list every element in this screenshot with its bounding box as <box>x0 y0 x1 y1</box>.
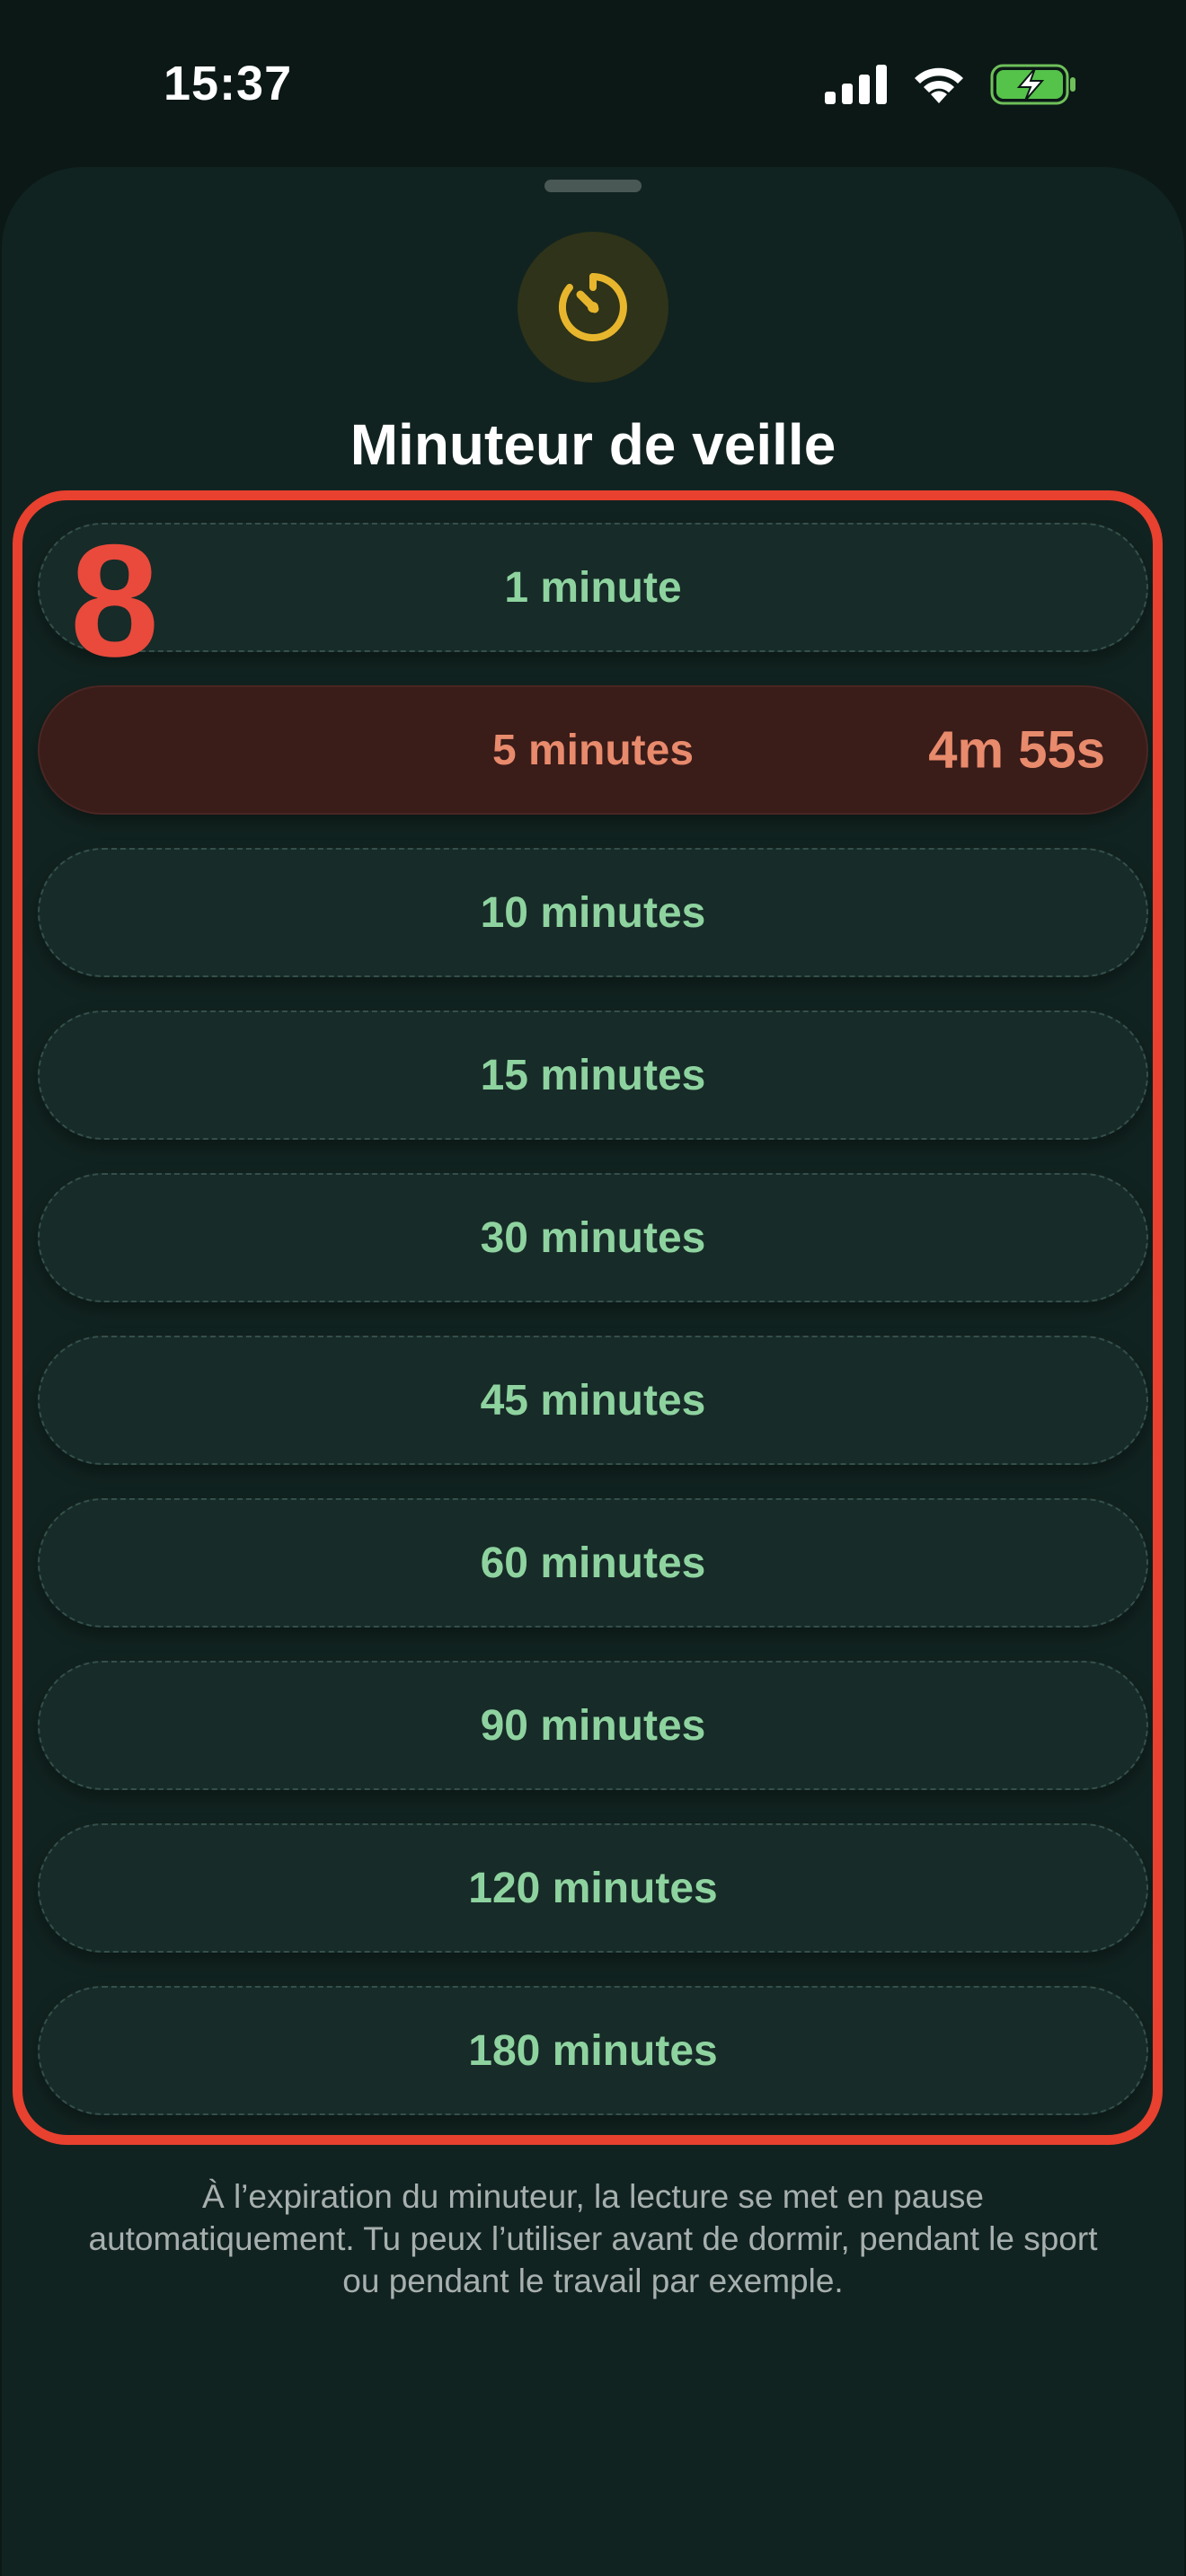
sheet-grabber[interactable] <box>544 180 642 192</box>
sheet-title: Minuteur de veille <box>350 412 836 477</box>
wifi-icon <box>915 67 963 103</box>
status-icons <box>825 63 1078 106</box>
status-time: 15:37 <box>164 57 293 110</box>
highlight-frame <box>13 490 1163 2145</box>
status-bar: 15:37 <box>0 0 1186 171</box>
battery-charging-icon <box>990 64 1075 105</box>
sleep-timer-description: À l’expiration du minuteur, la lecture s… <box>88 2178 1098 2299</box>
annotation-number: 8 <box>70 511 159 690</box>
screen: 15:37 Minuteur de veille 1 minute 5 minu… <box>0 0 1186 2576</box>
timer-badge <box>518 232 668 383</box>
timer-icon <box>558 273 627 341</box>
cellular-signal-icon <box>825 65 887 104</box>
